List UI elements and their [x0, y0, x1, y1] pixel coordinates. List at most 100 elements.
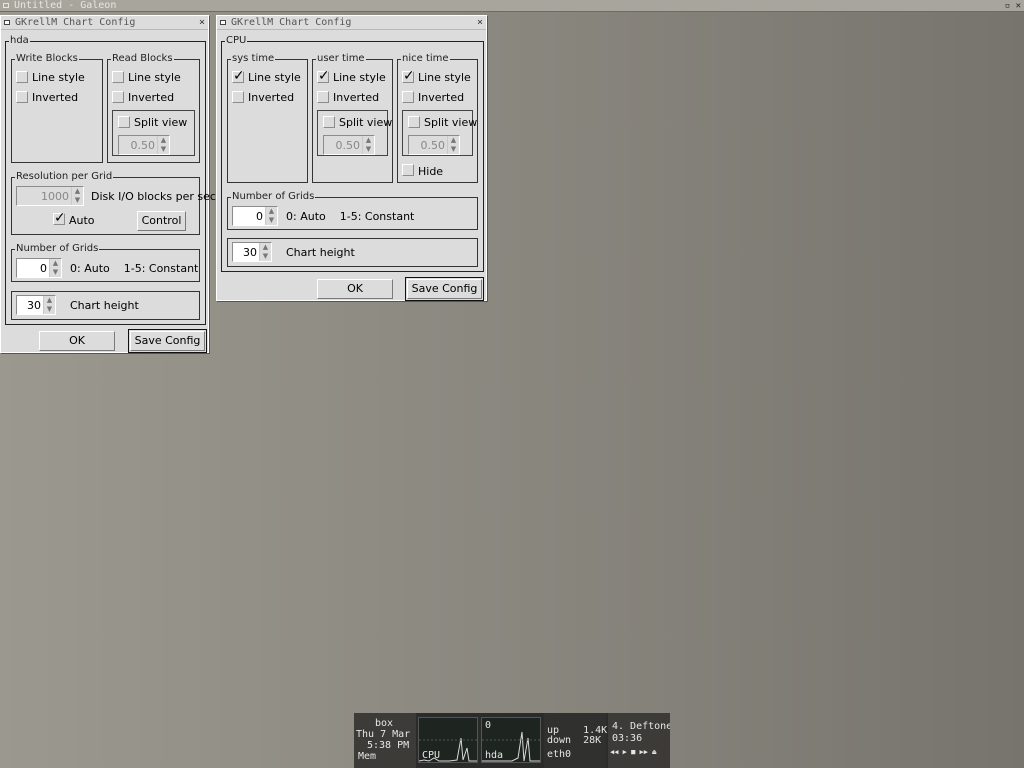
chart-height-value: 30 — [27, 299, 41, 312]
ok-button[interactable]: OK — [317, 279, 393, 299]
cpu-group-title: CPU — [225, 35, 248, 47]
grids-hint: 0: Auto 1-5: Constant — [286, 210, 415, 223]
grids-value: 0 — [40, 262, 47, 275]
nice-split-value: 0.50 — [420, 139, 446, 152]
user-inverted-checkbox[interactable] — [317, 91, 329, 103]
net-down: down 28K — [547, 735, 602, 746]
mem-label: Mem — [358, 751, 377, 762]
sys-line-style-label: Line style — [248, 71, 301, 84]
nice-split-spinner[interactable]: 0.50 ▲ ▼ — [408, 135, 460, 155]
hostname: box — [375, 718, 394, 729]
spin-arrows-icon[interactable]: ▲ ▼ — [71, 187, 83, 205]
grids-hint: 0: Auto 1-5: Constant — [70, 262, 199, 275]
chart-height-frame: 30 ▲ ▼ Chart height — [227, 238, 478, 267]
save-config-button[interactable]: Save Config — [128, 329, 207, 353]
net-label: eth0 — [547, 749, 572, 760]
nice-hide-checkbox[interactable] — [402, 164, 414, 176]
net-panel: up 1.4K down 28K eth0 — [544, 713, 607, 768]
resolution-spinner[interactable]: 1000 ▲ ▼ — [16, 186, 84, 206]
dialog-titlebar[interactable]: GKrellM Chart Config × — [1, 16, 208, 30]
dialog-titlebar[interactable]: GKrellM Chart Config × — [217, 16, 486, 30]
read-split-view-label: Split view — [134, 116, 188, 129]
window-menu-icon[interactable] — [3, 3, 9, 8]
user-split-value: 0.50 — [335, 139, 361, 152]
chart-height-frame: 30 ▲ ▼ Chart height — [11, 291, 200, 320]
spin-arrows-icon[interactable]: ▲ ▼ — [49, 259, 61, 277]
control-button[interactable]: Control — [137, 211, 186, 231]
sys-inverted-checkbox[interactable] — [232, 91, 244, 103]
spin-arrows-icon[interactable]: ▲ ▼ — [447, 136, 459, 154]
playback-controls[interactable]: ◀◀ ▶ ■ ▶▶ ⏏ — [610, 747, 656, 758]
read-blocks-title: Read Blocks — [111, 53, 174, 65]
user-split-view-frame: Split view 0.50 ▲ ▼ — [317, 110, 392, 156]
xmms-panel: 4. Deftone 03:36 ◀◀ ▶ ■ ▶▶ ⏏ — [608, 713, 670, 768]
window-menu-icon[interactable] — [4, 20, 10, 25]
grids-value: 0 — [256, 210, 263, 223]
user-line-style-checkbox[interactable]: ✓ — [317, 68, 330, 84]
resolution-frame: Resolution per Grid 1000 ▲ ▼ Disk I/O blo… — [11, 171, 216, 235]
grids-title: Number of Grids — [15, 243, 100, 255]
read-inverted-checkbox[interactable] — [112, 91, 124, 103]
chart-height-spinner[interactable]: 30 ▲ ▼ — [232, 242, 272, 262]
spin-arrows-icon[interactable]: ▲ ▼ — [362, 136, 374, 154]
write-line-style-label: Line style — [32, 71, 85, 84]
track-time: 03:36 — [612, 733, 643, 744]
gkrellm-monitor: box Thu 7 Mar 5:38 PM Mem CPU 0 hda up 1… — [354, 713, 670, 768]
grids-spinner[interactable]: 0 ▲ ▼ — [16, 258, 62, 278]
grids-frame: Number of Grids 0 ▲ ▼ 0: Auto 1-5: Consta… — [227, 191, 478, 230]
sys-inverted-label: Inverted — [248, 91, 295, 104]
nice-line-style-checkbox[interactable]: ✓ — [402, 69, 415, 83]
auto-checkbox[interactable]: ✓ — [53, 210, 66, 226]
close-icon[interactable]: × — [199, 16, 205, 30]
write-blocks-title: Write Blocks — [15, 53, 79, 65]
chart-height-spinner[interactable]: 30 ▲ ▼ — [16, 295, 56, 315]
user-split-view-label: Split view — [339, 116, 393, 129]
user-inverted-label: Inverted — [333, 91, 380, 104]
close-icon[interactable]: × — [477, 16, 483, 30]
spin-arrows-icon[interactable]: ▲ ▼ — [157, 136, 169, 154]
hda-chart[interactable]: 0 hda — [481, 717, 541, 763]
window-menu-icon[interactable] — [220, 20, 226, 25]
ok-button[interactable]: OK — [39, 331, 115, 351]
window-buttons[interactable]: ▫ ✕ — [1005, 0, 1021, 12]
checkmark-icon: ✓ — [54, 210, 66, 226]
checkmark-icon: ✓ — [318, 68, 330, 84]
clock-panel: box Thu 7 Mar 5:38 PM Mem — [354, 713, 416, 768]
read-split-spinner[interactable]: 0.50 ▲ ▼ — [118, 135, 170, 155]
spin-arrows-icon[interactable]: ▲ ▼ — [259, 243, 271, 261]
nice-line-style-label: Line style — [418, 71, 471, 84]
nice-hide-label: Hide — [418, 165, 444, 178]
read-split-view-frame: Split view 0.50 ▲ ▼ — [112, 110, 195, 156]
read-line-style-label: Line style — [128, 71, 181, 84]
grids-frame: Number of Grids 0 ▲ ▼ 0: Auto 1-5: Consta… — [11, 243, 200, 282]
sys-line-style-checkbox[interactable]: ✓ — [232, 69, 245, 83]
sys-time-title: sys time — [231, 53, 276, 65]
cpu-chart-config-dialog: GKrellM Chart Config × CPU sys time ✓ Li… — [216, 15, 487, 301]
nice-split-view-checkbox[interactable] — [408, 116, 420, 128]
cpu-chart[interactable]: CPU — [418, 717, 478, 763]
user-time-title: user time — [316, 53, 366, 65]
grids-spinner[interactable]: 0 ▲ ▼ — [232, 206, 278, 226]
galeon-titlebar[interactable]: Untitled - Galeon ▫ ✕ — [0, 0, 1024, 12]
nice-time-title: nice time — [401, 53, 450, 65]
nice-inverted-checkbox[interactable] — [402, 91, 414, 103]
nice-inverted-label: Inverted — [418, 91, 465, 104]
user-line-style-label: Line style — [333, 71, 386, 84]
track-title: 4. Deftone — [612, 721, 670, 732]
auto-label: Auto — [69, 214, 95, 227]
date-label: Thu 7 Mar — [356, 729, 411, 740]
grids-title: Number of Grids — [231, 191, 316, 203]
resolution-unit: Disk I/O blocks per sec — [91, 190, 216, 203]
write-inverted-checkbox[interactable] — [16, 91, 28, 103]
nice-split-view-label: Split view — [424, 116, 478, 129]
write-line-style-checkbox[interactable] — [16, 71, 28, 83]
save-config-button[interactable]: Save Config — [405, 277, 484, 301]
read-line-style-checkbox[interactable] — [112, 71, 124, 83]
read-split-view-checkbox[interactable] — [118, 116, 130, 128]
spin-arrows-icon[interactable]: ▲ ▼ — [265, 207, 277, 225]
hda-group-title: hda — [9, 35, 30, 47]
spin-arrows-icon[interactable]: ▲ ▼ — [43, 296, 55, 314]
user-split-spinner[interactable]: 0.50 ▲ ▼ — [323, 135, 375, 155]
galeon-title: Untitled - Galeon — [14, 0, 117, 11]
user-split-view-checkbox[interactable] — [323, 116, 335, 128]
